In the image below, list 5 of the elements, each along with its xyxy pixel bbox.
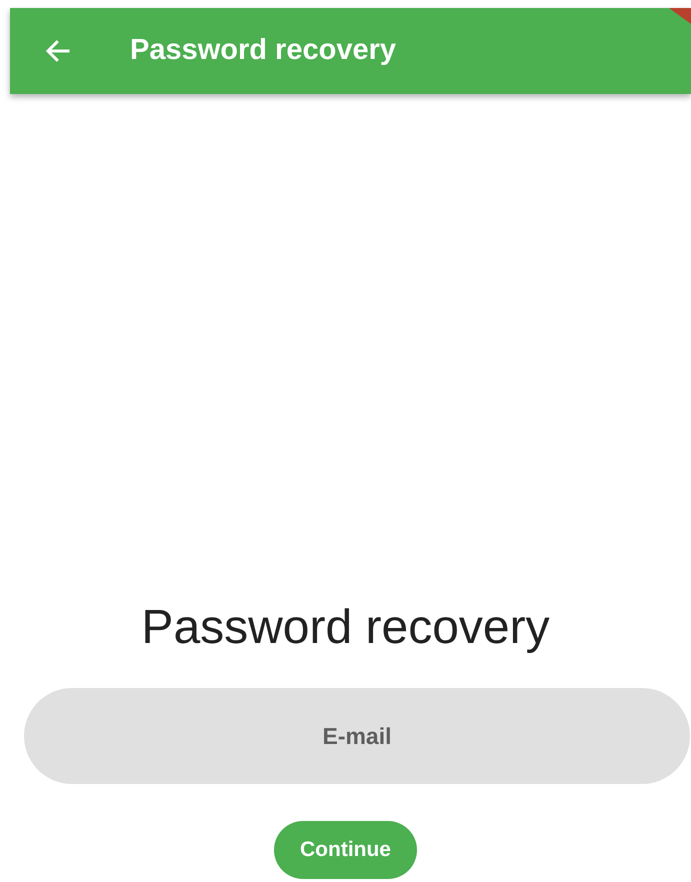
corner-banner-icon: [669, 8, 691, 24]
app-bar-title: Password recovery: [130, 33, 396, 68]
page-heading: Password recovery: [141, 604, 550, 652]
email-field[interactable]: E-mail: [24, 688, 690, 784]
continue-button[interactable]: Continue: [274, 821, 417, 879]
